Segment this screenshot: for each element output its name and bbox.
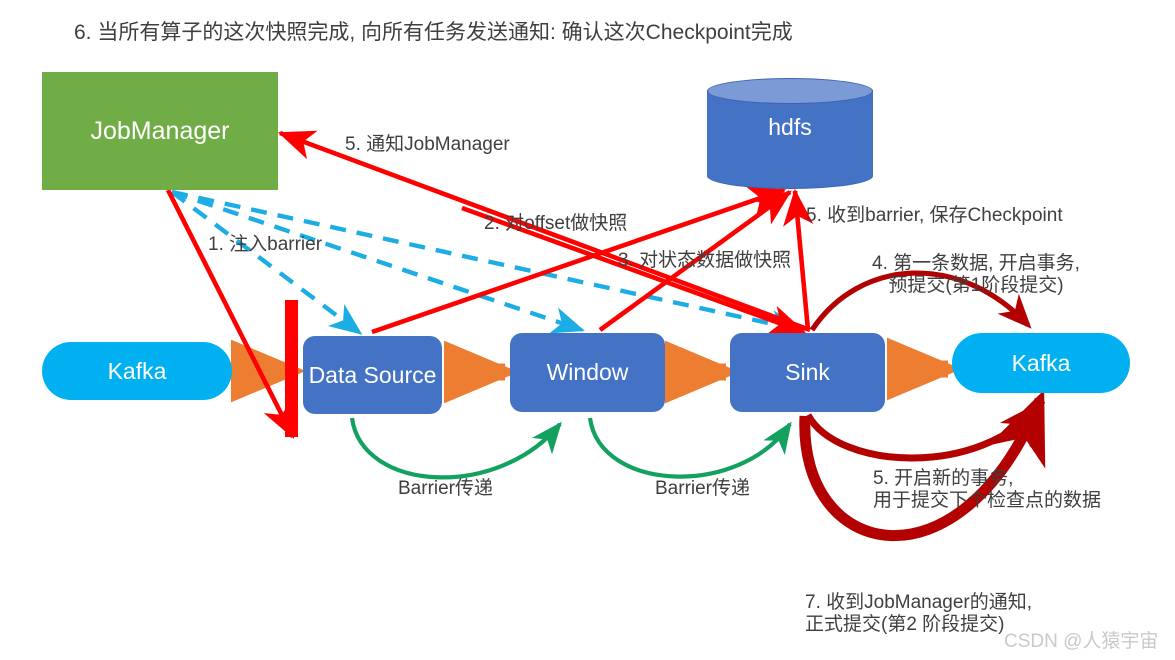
barrier-marker-bar (285, 300, 298, 437)
node-window-label: Window (546, 359, 629, 385)
label-step1-inject-barrier: 1. 注入barrier (208, 234, 323, 255)
label-step4-line2: 预提交(第1阶段提交) (888, 275, 1064, 297)
label-step5-new-transaction: 5. 开启新的事务, 用于提交下个检查点的数据 (873, 468, 1101, 513)
label-step3-state-snapshot: 3. 对状态数据做快照 (618, 250, 792, 271)
label-step4-line1: 4. 第一条数据, 开启事务, (872, 253, 1080, 274)
arrow-open-new-transaction (804, 399, 1045, 462)
barrier-pass-arrow-1 (349, 417, 562, 480)
node-hdfs[interactable]: hdfs (707, 78, 873, 189)
node-hdfs-label: hdfs (768, 114, 812, 140)
label-step5-new-txn-line1: 5. 开启新的事务, (873, 468, 1014, 489)
node-kafka-source-label: Kafka (107, 357, 167, 384)
label-step5-receive-barrier: 5. 收到barrier, 保存Checkpoint (806, 205, 1063, 226)
diagram-canvas: 6. 当所有算子的这次快照完成, 向所有任务发送通知: 确认这次Checkpoi… (0, 0, 1175, 660)
node-kafka-sink-label: Kafka (1011, 349, 1071, 376)
label-step2-offset-snapshot: 2. 对offset做快照 (484, 213, 628, 234)
label-barrier-pass-2: Barrier传递 (655, 478, 751, 499)
label-step4-first-record: 4. 第一条数据, 开启事务, 预提交(第1阶段提交) (872, 253, 1080, 298)
label-step7-line2: 正式提交(第2 阶段提交) (805, 614, 1005, 636)
node-window[interactable]: Window (510, 333, 665, 412)
node-data-source[interactable]: Data Source (303, 336, 442, 414)
node-data-source-label: Data Source (308, 361, 437, 388)
node-sink-label: Sink (785, 359, 830, 385)
label-barrier-pass-1: Barrier传递 (398, 478, 494, 499)
label-step7-line1: 7. 收到JobManager的通知, (805, 592, 1033, 613)
barrier-pass-arrow-2 (587, 417, 792, 479)
node-kafka-sink[interactable]: Kafka (952, 333, 1130, 393)
watermark: CSDN @人猿宇宙 (1004, 631, 1159, 652)
node-sink[interactable]: Sink (730, 333, 885, 412)
barrier-pass-arrows (349, 417, 792, 480)
label-step5-new-txn-line2: 用于提交下个检查点的数据 (873, 490, 1102, 512)
label-step5-notify-jobmanager: 5. 通知JobManager (345, 134, 510, 155)
hdfs-cylinder-top (707, 78, 873, 104)
label-step7-formal-commit: 7. 收到JobManager的通知, 正式提交(第2 阶段提交) (805, 592, 1032, 637)
page-title: 6. 当所有算子的这次快照完成, 向所有任务发送通知: 确认这次Checkpoi… (74, 21, 793, 44)
node-jobmanager-label: JobManager (90, 116, 230, 145)
node-kafka-source[interactable]: Kafka (42, 342, 232, 400)
node-jobmanager[interactable]: JobManager (42, 72, 278, 190)
